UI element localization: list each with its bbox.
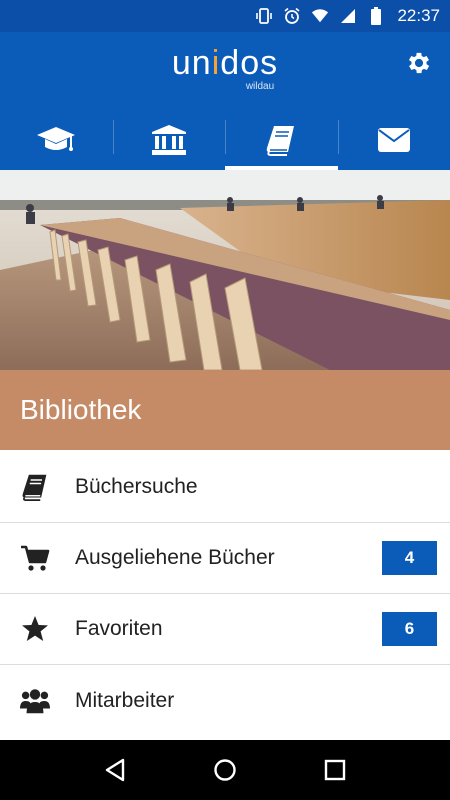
- star-icon: [20, 614, 50, 644]
- logo-text-accent: i: [211, 44, 221, 82]
- cart-icon: [20, 543, 50, 573]
- nav-back-button[interactable]: [95, 750, 135, 790]
- app-logo: unidos: [0, 44, 450, 83]
- nav-home-button[interactable]: [205, 750, 245, 790]
- menu-item-book-search[interactable]: Büchersuche: [0, 452, 450, 523]
- envelope-icon: [377, 128, 410, 152]
- count-badge: 6: [382, 612, 437, 646]
- signal-icon: [339, 7, 357, 25]
- vibrate-icon: [255, 7, 273, 25]
- menu-item-label: Ausgeliehene Bücher: [75, 546, 275, 569]
- system-nav-bar: [0, 740, 450, 800]
- menu-item-favorites[interactable]: Favoriten 6: [0, 594, 450, 665]
- library-menu: Büchersuche Ausgeliehene Bücher 4 Favori…: [0, 452, 450, 736]
- section-title: Bibliothek: [0, 370, 450, 450]
- tab-studies[interactable]: [0, 110, 113, 170]
- tab-library[interactable]: [225, 110, 338, 170]
- menu-item-label: Favoriten: [75, 617, 163, 640]
- logo-subtitle: wildau: [245, 81, 275, 92]
- status-bar: 22:37: [0, 0, 450, 32]
- gear-icon: [408, 52, 430, 74]
- menu-item-label: Mitarbeiter: [75, 688, 175, 712]
- menu-item-label: Büchersuche: [75, 475, 198, 498]
- menu-item-staff[interactable]: Mitarbeiter: [0, 665, 450, 736]
- book-icon: [267, 126, 295, 156]
- tab-university[interactable]: [112, 110, 226, 170]
- book-icon: [20, 472, 50, 502]
- graduation-cap-icon: [37, 127, 76, 151]
- library-hero-image: [0, 170, 450, 370]
- main-tabs: [0, 110, 450, 170]
- back-icon: [105, 758, 125, 782]
- logo-text-end: dos: [220, 44, 279, 82]
- status-time: 22:37: [397, 6, 440, 25]
- institution-icon: [151, 125, 186, 155]
- home-icon: [214, 759, 236, 781]
- menu-item-borrowed-books[interactable]: Ausgeliehene Bücher 4: [0, 523, 450, 594]
- recents-icon: [324, 759, 346, 781]
- tab-mail[interactable]: [337, 110, 450, 170]
- nav-recents-button[interactable]: [315, 750, 355, 790]
- count-badge: 4: [382, 541, 437, 575]
- app-header: unidos wildau: [0, 32, 450, 170]
- logo-text-start: un: [171, 44, 212, 82]
- users-icon: [20, 686, 50, 716]
- battery-icon: [367, 7, 385, 25]
- wifi-icon: [311, 7, 329, 25]
- alarm-icon: [283, 7, 301, 25]
- settings-button[interactable]: [404, 48, 434, 78]
